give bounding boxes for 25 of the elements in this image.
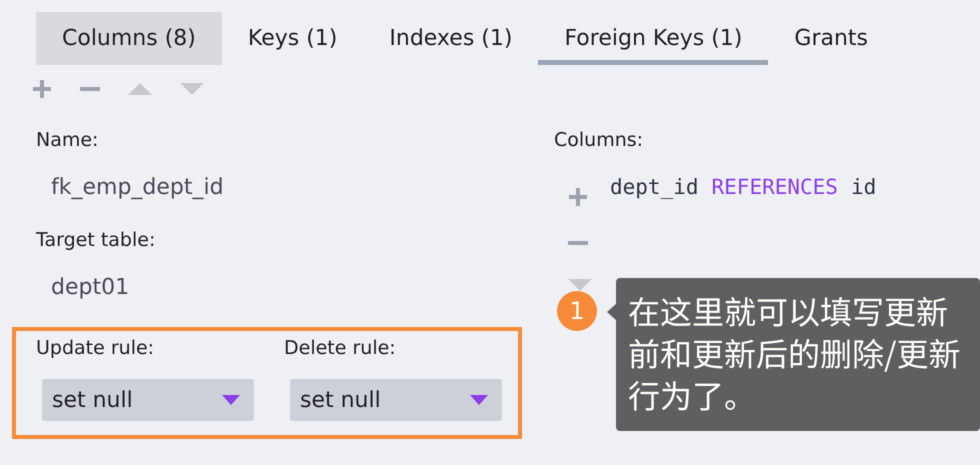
field-label: Name:: [36, 129, 100, 153]
sql-keyword: REFERENCES: [712, 175, 838, 199]
annotation-callout: 在这里就可以填写更新前和更新后的删除/更新行为了。: [616, 278, 980, 431]
tab[interactable]: Grants: [768, 12, 894, 65]
column-name: dept_id: [610, 175, 699, 199]
remove-icon[interactable]: [568, 241, 588, 245]
step-badge: 1: [557, 291, 597, 331]
field-label: Update rule:: [36, 337, 156, 361]
field-label: Target table:: [36, 229, 156, 253]
field-label: Delete rule:: [284, 337, 397, 361]
target-table-value[interactable]: dept01: [51, 275, 554, 313]
name-value[interactable]: fk_emp_dept_id: [51, 175, 554, 213]
tab[interactable]: Columns (8): [36, 12, 222, 65]
rule-dropdown[interactable]: set null: [42, 379, 254, 421]
rule-dropdown[interactable]: set null: [290, 379, 502, 421]
add-icon[interactable]: [568, 187, 588, 207]
remove-icon[interactable]: [80, 87, 100, 91]
referenced-column: id: [850, 175, 876, 199]
caret-icon: [470, 395, 488, 405]
field-label: Columns:: [554, 129, 644, 153]
tab[interactable]: Indexes (1): [363, 12, 538, 65]
tab[interactable]: Keys (1): [222, 12, 364, 65]
caret-icon: [222, 395, 240, 405]
tab[interactable]: Foreign Keys (1): [538, 12, 768, 65]
add-icon[interactable]: [32, 79, 52, 99]
